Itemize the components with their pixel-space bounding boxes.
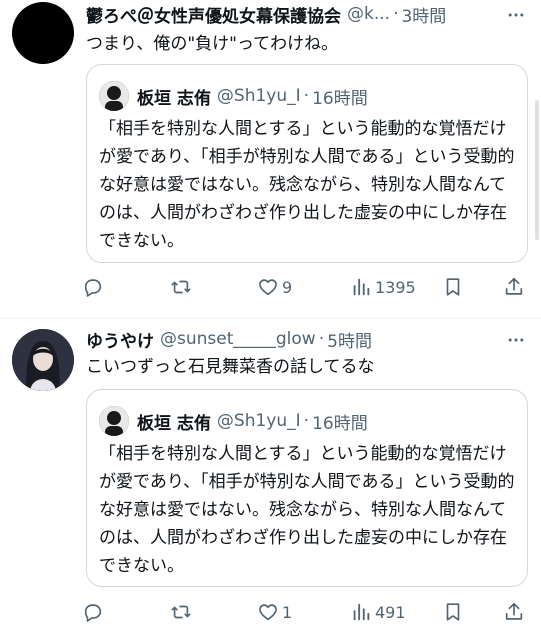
like-count: 9 xyxy=(282,277,293,297)
heart-icon xyxy=(259,604,277,621)
bookmark-icon xyxy=(446,278,460,296)
quote-text: 「相手を特別な人間とする」という能動的な覚悟だけが愛であり、「相手が特別な人間で… xyxy=(99,119,515,251)
avatar[interactable] xyxy=(12,329,74,391)
timestamp[interactable]: 3時間 xyxy=(401,2,446,27)
like-button[interactable]: 9 xyxy=(257,272,292,302)
quote-handle: @Sh1yu_I xyxy=(216,411,301,431)
share-icon xyxy=(505,602,523,620)
reply-icon xyxy=(84,279,102,297)
reply-button[interactable] xyxy=(82,272,107,302)
share-button[interactable] xyxy=(503,597,525,627)
more-options-icon[interactable] xyxy=(503,2,529,28)
tweet-text: つまり、俺の"負け"ってわけね。 xyxy=(86,34,339,54)
quote-avatar xyxy=(99,406,129,436)
views-count: 491 xyxy=(375,602,406,622)
quote-timestamp: 16時間 xyxy=(312,413,368,434)
action-bar: 9 1395 xyxy=(80,272,531,302)
bookmark-icon xyxy=(446,603,460,621)
quote-timestamp: 16時間 xyxy=(312,88,368,109)
separator: · xyxy=(393,4,399,24)
quote-text: 「相手を特別な人間とする」という能動的な覚悟だけが愛であり、「相手が特別な人間で… xyxy=(99,444,515,576)
retweet-button[interactable] xyxy=(170,272,195,302)
more-options-icon[interactable] xyxy=(503,327,529,353)
quote-display-name: 板垣 志侑 xyxy=(137,413,211,434)
timestamp[interactable]: 5時間 xyxy=(327,327,372,352)
tweet-header: ゆうやけ @sunset_____glow · 5時間 xyxy=(86,325,493,353)
quote-avatar xyxy=(99,81,129,111)
views-button[interactable]: 491 xyxy=(350,597,406,627)
reply-icon xyxy=(84,604,102,622)
handle[interactable]: @sunset_____glow xyxy=(160,329,316,349)
action-bar: 1 491 xyxy=(80,597,531,627)
share-icon xyxy=(505,277,523,295)
retweet-button[interactable] xyxy=(170,597,195,627)
views-count: 1395 xyxy=(375,277,416,297)
views-button[interactable]: 1395 xyxy=(350,272,416,302)
display-name[interactable]: 鬱ろぺ＠女性声優処女幕保護協会 xyxy=(86,2,341,27)
separator: · xyxy=(318,329,325,349)
quote-separator: · xyxy=(303,86,310,106)
display-name[interactable]: ゆうやけ xyxy=(86,327,154,352)
retweet-icon xyxy=(171,605,191,619)
quote-header: 板垣 志侑 @Sh1yu_I · 16時間 xyxy=(99,406,515,436)
quote-header: 板垣 志侑 @Sh1yu_I · 16時間 xyxy=(99,81,515,111)
heart-icon xyxy=(259,279,277,296)
handle[interactable]: @k... xyxy=(347,4,390,24)
bookmark-button[interactable] xyxy=(442,272,464,302)
scrollbar[interactable] xyxy=(535,100,539,240)
quote-tweet[interactable]: 板垣 志侑 @Sh1yu_I · 16時間 「相手を特別な人間とする」という能動… xyxy=(86,64,528,263)
views-icon xyxy=(353,603,370,621)
like-button[interactable]: 1 xyxy=(257,597,292,627)
retweet-icon xyxy=(171,280,191,294)
tweet-header: 鬱ろぺ＠女性声優処女幕保護協会 @k... · 3時間 xyxy=(86,0,493,28)
tweet-1[interactable]: 鬱ろぺ＠女性声優処女幕保護協会 @k... · 3時間 つまり、俺の"負け"って… xyxy=(0,0,541,318)
avatar[interactable] xyxy=(12,2,74,64)
tweet-2[interactable]: ゆうやけ @sunset_____glow · 5時間 こいつずっと石見舞菜香の… xyxy=(0,319,541,640)
quote-display-name: 板垣 志侑 xyxy=(137,88,211,109)
reply-button[interactable] xyxy=(82,597,107,627)
share-button[interactable] xyxy=(503,272,525,302)
quote-handle: @Sh1yu_I xyxy=(216,86,301,106)
quote-tweet[interactable]: 板垣 志侑 @Sh1yu_I · 16時間 「相手を特別な人間とする」という能動… xyxy=(86,389,528,587)
tweet-text: こいつずっと石見舞菜香の話してるな xyxy=(86,357,375,377)
views-icon xyxy=(353,278,370,296)
bookmark-button[interactable] xyxy=(442,597,464,627)
like-count: 1 xyxy=(282,602,293,622)
quote-separator: · xyxy=(303,411,310,431)
